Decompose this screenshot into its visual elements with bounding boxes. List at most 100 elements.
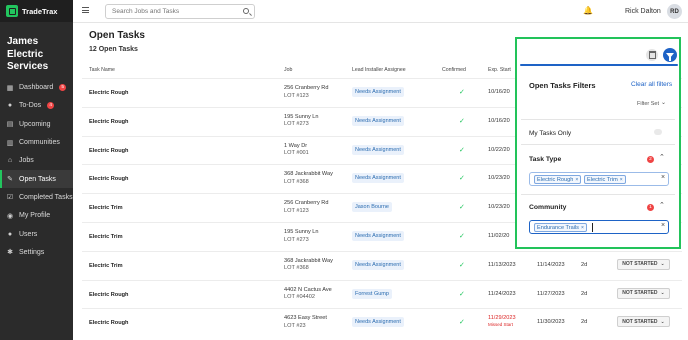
user-name[interactable]: Rick Dalton (625, 8, 661, 15)
task-name[interactable]: Electric Rough (89, 90, 128, 96)
job-address: 256 Cranberry Rd (284, 85, 329, 91)
funnel-icon (666, 52, 674, 61)
company-name: James Electric Services (7, 36, 49, 72)
sidebar-item-label: Upcoming (19, 120, 51, 128)
job-address: 4623 Easy Street (284, 315, 327, 322)
assignee-tag[interactable]: Jason Bourne (352, 202, 392, 213)
job-address: 1 Way Dr (284, 142, 308, 149)
job-cell[interactable]: 4623 Easy Street LOT #23 (284, 315, 327, 330)
sidebar-item-completed-tasks[interactable]: ☑ Completed Tasks (0, 188, 73, 206)
dashboard-icon: ▦ (6, 84, 14, 92)
task-type-select[interactable]: Electric Rough × Electric Trim × × (529, 172, 669, 186)
table-row[interactable]: Electric Rough 4402 N Cactus Ave LOT #0440… (82, 279, 682, 309)
home-icon: ⌂ (7, 157, 13, 165)
avatar[interactable]: RD (667, 4, 682, 19)
job-address: 195 Sunny Ln (284, 229, 319, 235)
assignee-tag[interactable]: Needs Assignment (352, 317, 404, 328)
my-tasks-toggle[interactable] (654, 129, 662, 135)
sidebar-item-dashboard[interactable]: ▦ Dashboard 5 (0, 79, 73, 97)
remove-chip-icon[interactable]: × (581, 225, 584, 231)
profile-icon: ◉ (6, 212, 14, 220)
confirmed-check-icon: ✓ (459, 290, 465, 298)
task-name[interactable]: Electric Rough (89, 176, 128, 182)
sidebar-item-my-profile[interactable]: ◉ My Profile (0, 207, 73, 225)
task-type-chip[interactable]: Electric Trim × (584, 175, 626, 184)
search-input[interactable] (105, 4, 255, 19)
sidebar-item-communities[interactable]: ▥ Communities (0, 133, 73, 151)
my-tasks-only-label: My Tasks Only (529, 130, 572, 137)
assignee-tag[interactable]: Needs Assignment (352, 87, 404, 97)
sidebar-item-users[interactable]: ● Users (0, 225, 73, 243)
job-cell[interactable]: 1 Way Dr LOT #001 (284, 143, 309, 158)
job-cell[interactable]: 195 Sunny Ln LOT #273 (284, 114, 319, 129)
assignee-tag[interactable]: Needs Assignment (352, 259, 404, 270)
job-cell[interactable]: 368 Jackrabbit Way LOT #368 (284, 258, 333, 273)
filter-set-dropdown[interactable]: Filter Set (637, 101, 659, 107)
task-type-chip[interactable]: Electric Rough × (534, 175, 582, 184)
brand-logo-icon (6, 5, 18, 17)
exp-start-date: 11/24/2023 (488, 290, 516, 297)
clear-selection-icon[interactable]: × (661, 174, 665, 181)
community-count-badge: 1 (647, 204, 654, 211)
sidebar-item-label: To-Dos (19, 102, 42, 110)
community-chip[interactable]: Endurance Trails × (534, 223, 587, 232)
community-select[interactable]: Endurance Trails × × (529, 220, 669, 234)
search-icon[interactable] (243, 8, 249, 14)
table-row[interactable]: Electric Rough 4623 Easy Street LOT #23 Nee… (82, 308, 682, 337)
sidebar-item-upcoming[interactable]: ▤ Upcoming (0, 115, 73, 133)
gear-icon: ✱ (7, 249, 13, 257)
assignee-tag[interactable]: Needs Assignment (352, 173, 404, 184)
task-name[interactable]: Electric Rough (89, 320, 128, 326)
page-subtitle: 12 Open Tasks (89, 46, 138, 53)
header-task-name[interactable]: Task Name (89, 67, 115, 73)
job-lot: LOT #368 (284, 265, 309, 272)
bell-icon[interactable]: 🔔 (583, 6, 593, 15)
clear-selection-icon[interactable]: × (661, 222, 665, 229)
header-lead-installer[interactable]: Lead Installer Assignee (352, 67, 406, 73)
task-name[interactable]: Electric Rough (89, 292, 128, 298)
filter-toggle-button[interactable] (663, 48, 677, 62)
status-dropdown[interactable]: NOT STARTED ⌄ (617, 316, 670, 328)
calendar-icon[interactable] (646, 49, 658, 61)
task-name[interactable]: Electric Trim (89, 205, 123, 211)
hamburger-menu-icon[interactable] (82, 7, 89, 13)
task-name[interactable]: Electric Rough (89, 119, 128, 125)
assignee-tag[interactable]: Needs Assignment (352, 231, 404, 241)
chevron-up-icon[interactable]: ⌃ (659, 153, 665, 161)
sidebar-item-to-dos[interactable]: ● To-Dos 4 (0, 97, 73, 115)
assignee-tag[interactable]: Needs Assignment (352, 115, 404, 126)
chevron-down-icon: ⌄ (660, 261, 665, 268)
sidebar-item-settings[interactable]: ✱ Settings (0, 243, 73, 261)
assignee-tag[interactable]: Needs Assignment (352, 144, 404, 155)
remove-chip-icon[interactable]: × (620, 177, 623, 183)
task-name[interactable]: Electric Rough (89, 148, 128, 154)
remove-chip-icon[interactable]: × (575, 177, 578, 183)
chevron-down-icon[interactable]: ⌄ (661, 99, 666, 106)
job-cell[interactable]: 195 Sunny Ln LOT #273 (284, 229, 319, 244)
sidebar-item-open-tasks[interactable]: ✎ Open Tasks (0, 169, 73, 189)
missed-start-label: Missed Start (488, 321, 514, 327)
assignee-tag[interactable]: Forrest Gump (352, 288, 392, 299)
job-lot: LOT #123 (284, 207, 309, 214)
clear-all-filters-link[interactable]: Clear all filters (631, 81, 672, 88)
sidebar-item-jobs[interactable]: ⌂ Jobs (0, 152, 73, 170)
header-confirmed[interactable]: Confirmed (442, 67, 466, 73)
job-cell[interactable]: 256 Cranberry Rd LOT #123 (284, 85, 328, 100)
chevron-up-icon[interactable]: ⌃ (659, 201, 665, 209)
header-exp-start[interactable]: Exp. Start (488, 67, 511, 73)
sidebar-item-label: Completed Tasks (19, 193, 73, 201)
calendar-icon: ▤ (6, 121, 14, 129)
status-dropdown[interactable]: NOT STARTED ⌄ (617, 258, 670, 270)
count-badge: 4 (47, 102, 55, 110)
task-name[interactable]: Electric Trim (89, 234, 123, 240)
status-dropdown[interactable]: NOT STARTED ⌄ (617, 287, 670, 299)
table-row[interactable]: Electric Trim 368 Jackrabbit Way LOT #368 N… (82, 250, 682, 280)
confirmed-check-icon: ✓ (459, 175, 465, 183)
task-name[interactable]: Electric Trim (89, 263, 123, 269)
job-cell[interactable]: 256 Cranberry Rd LOT #123 (284, 200, 328, 215)
job-cell[interactable]: 368 Jackrabbit Way LOT #368 (284, 171, 333, 186)
job-cell[interactable]: 4402 N Cactus Ave LOT #04402 (284, 287, 332, 302)
job-address: 368 Jackrabbit Way (284, 257, 333, 264)
header-job[interactable]: Job (284, 67, 292, 73)
brand[interactable]: TradeTrax (0, 0, 73, 22)
